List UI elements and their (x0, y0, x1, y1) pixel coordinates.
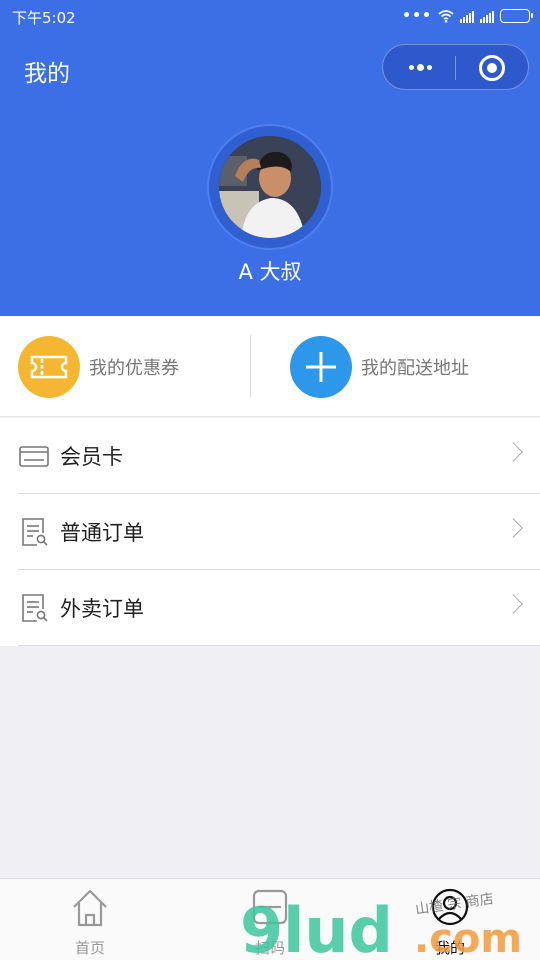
home-icon (73, 889, 107, 927)
signal-icon (480, 10, 494, 23)
avatar-photo (219, 136, 321, 238)
watermark-logo: 9lud .com 山楂 宗 商店 (240, 891, 522, 960)
order-icon (22, 518, 48, 546)
menu-item-label: 普通订单 (60, 521, 144, 545)
mini-program-capsule (382, 44, 529, 90)
status-bar: 下午5:02 ••• (0, 0, 540, 34)
coupon-label: 我的优惠券 (89, 358, 179, 379)
watermark-script: 山楂 宗 商店 (414, 891, 494, 918)
address-label: 我的配送地址 (361, 358, 469, 379)
quick-actions: 我的优惠券 我的配送地址 (0, 316, 540, 417)
avatar[interactable] (219, 136, 321, 238)
battery-icon (500, 9, 533, 23)
close-target-icon[interactable] (479, 55, 505, 81)
address-button[interactable]: 我的配送地址 (290, 336, 469, 398)
menu-item-label: 会员卡 (60, 445, 123, 469)
chevron-right-icon (503, 518, 523, 538)
menu-item-normal-orders[interactable]: 普通订单 (0, 494, 540, 570)
capsule-divider (455, 56, 456, 80)
plus-icon (290, 336, 352, 398)
menu-item-member-card[interactable]: 会员卡 (0, 418, 540, 494)
order-icon (22, 594, 48, 622)
tab-home[interactable]: 首页 (45, 885, 135, 957)
tab-label: 首页 (74, 939, 105, 957)
ticket-icon (18, 336, 80, 398)
user-name: A 大叔 (238, 260, 302, 284)
more-menu-icon[interactable] (403, 55, 437, 79)
page-title: 我的 (24, 61, 70, 87)
watermark-text: 9lud (240, 894, 393, 960)
coupon-button[interactable]: 我的优惠券 (18, 336, 179, 398)
divider (18, 645, 540, 646)
chevron-right-icon (503, 442, 523, 462)
menu-list: 会员卡 普通订单 外卖订单 (0, 418, 540, 646)
status-icons: ••• (402, 8, 533, 24)
status-time: 下午5:02 (12, 9, 76, 27)
watermark-suffix: .com (414, 916, 522, 960)
chevron-right-icon (503, 594, 523, 614)
avatar-ring (207, 124, 333, 250)
signal-icon (460, 10, 474, 23)
card-icon (19, 446, 49, 467)
wifi-icon (438, 10, 454, 23)
profile-header: 我的 A 大叔 (0, 34, 540, 316)
menu-item-label: 外卖订单 (60, 597, 144, 621)
menu-item-takeout-orders[interactable]: 外卖订单 (0, 570, 540, 646)
more-dots-icon: ••• (402, 8, 432, 24)
quick-divider (250, 335, 251, 397)
